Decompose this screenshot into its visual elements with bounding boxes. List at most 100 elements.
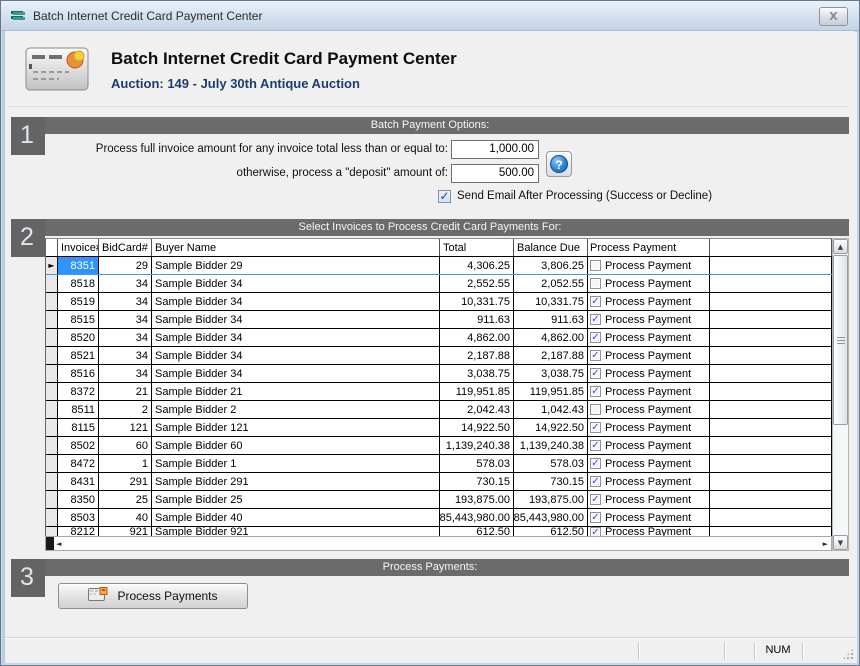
bidcard-cell[interactable]: 121 [99, 419, 152, 436]
balance-due-cell[interactable]: 14,922.50 [514, 419, 588, 436]
total-cell[interactable]: 578.03 [440, 455, 514, 472]
header-total[interactable]: Total [440, 239, 514, 256]
process-payment-checkbox[interactable]: ✓ [590, 422, 601, 433]
total-cell[interactable]: 2,187.88 [440, 347, 514, 364]
table-row[interactable]: 851534Sample Bidder 34911.63911.63✓Proce… [46, 311, 832, 329]
record-selector-cell[interactable] [46, 347, 58, 364]
process-payment-checkbox[interactable]: ✓ [590, 440, 601, 451]
invoice-cell[interactable]: 8115 [58, 419, 99, 436]
total-cell[interactable]: 4,862.00 [440, 329, 514, 346]
process-payment-checkbox[interactable] [590, 278, 601, 289]
scroll-up-button[interactable]: ▲ [833, 239, 848, 254]
header-selector-cell[interactable] [46, 239, 58, 256]
invoice-cell[interactable]: 8518 [58, 275, 99, 292]
process-payment-checkbox[interactable]: ✓ [590, 368, 601, 379]
invoice-cell[interactable]: 8515 [58, 311, 99, 328]
invoice-cell[interactable]: 8520 [58, 329, 99, 346]
balance-due-cell[interactable]: 2,052.55 [514, 275, 588, 292]
table-row[interactable]: 851634Sample Bidder 343,038.753,038.75✓P… [46, 365, 832, 383]
table-row[interactable]: 8115121Sample Bidder 12114,922.5014,922.… [46, 419, 832, 437]
balance-due-cell[interactable]: 3,038.75 [514, 365, 588, 382]
bidcard-cell[interactable]: 29 [99, 257, 152, 274]
table-row[interactable]: ►835129Sample Bidder 294,306.253,806.25P… [46, 257, 832, 275]
record-selector-cell[interactable] [46, 365, 58, 382]
record-selector-cell[interactable]: ► [46, 257, 58, 274]
buyer-name-cell[interactable]: Sample Bidder 121 [152, 419, 440, 436]
bidcard-cell[interactable]: 34 [99, 365, 152, 382]
record-selector-cell[interactable] [46, 491, 58, 508]
buyer-name-cell[interactable]: Sample Bidder 2 [152, 401, 440, 418]
header-process-payment[interactable]: Process Payment [588, 239, 710, 256]
scroll-right-icon[interactable]: ► [823, 540, 828, 548]
record-selector-cell[interactable] [46, 509, 58, 526]
bidcard-cell[interactable]: 34 [99, 347, 152, 364]
horizontal-scrollbar[interactable]: ◄ ► [45, 536, 832, 551]
table-row[interactable]: 850260Sample Bidder 601,139,240.381,139,… [46, 437, 832, 455]
balance-due-cell[interactable]: 4,862.00 [514, 329, 588, 346]
invoice-cell[interactable]: 8516 [58, 365, 99, 382]
record-selector-cell[interactable] [46, 437, 58, 454]
invoice-cell[interactable]: 8519 [58, 293, 99, 310]
buyer-name-cell[interactable]: Sample Bidder 291 [152, 473, 440, 490]
record-selector-cell[interactable] [46, 293, 58, 310]
titlebar[interactable]: Batch Internet Credit Card Payment Cente… [1, 1, 859, 31]
invoice-cell[interactable]: 8351 [58, 257, 99, 274]
balance-due-cell[interactable]: 1,042.43 [514, 401, 588, 418]
balance-due-cell[interactable]: 578.03 [514, 455, 588, 472]
total-cell[interactable]: 1,139,240.38 [440, 437, 514, 454]
bidcard-cell[interactable]: 34 [99, 275, 152, 292]
table-row[interactable]: 852134Sample Bidder 342,187.882,187.88✓P… [46, 347, 832, 365]
help-button[interactable]: ? [546, 151, 572, 177]
header-balance-due[interactable]: Balance Due [514, 239, 588, 256]
buyer-name-cell[interactable]: Sample Bidder 25 [152, 491, 440, 508]
table-row[interactable]: 851934Sample Bidder 3410,331.7510,331.75… [46, 293, 832, 311]
process-payment-checkbox[interactable]: ✓ [590, 350, 601, 361]
invoice-cell[interactable]: 8372 [58, 383, 99, 400]
bidcard-cell[interactable]: 34 [99, 329, 152, 346]
resize-grip-icon[interactable] [842, 648, 854, 660]
header-buyer-name[interactable]: Buyer Name [152, 239, 440, 256]
balance-due-cell[interactable]: 119,951.85 [514, 383, 588, 400]
full-amount-input[interactable]: 1,000.00 [451, 140, 539, 159]
invoice-cell[interactable]: 8431 [58, 473, 99, 490]
bidcard-cell[interactable]: 25 [99, 491, 152, 508]
invoice-cell[interactable]: 8503 [58, 509, 99, 526]
total-cell[interactable]: 4,306.25 [440, 257, 514, 274]
buyer-name-cell[interactable]: Sample Bidder 34 [152, 329, 440, 346]
invoice-cell[interactable]: 8350 [58, 491, 99, 508]
invoice-cell[interactable]: 8511 [58, 401, 99, 418]
table-row[interactable]: 8431291Sample Bidder 291730.15730.15✓Pro… [46, 473, 832, 491]
header-invoice[interactable]: Invoice# [58, 239, 99, 256]
balance-due-cell[interactable]: 193,875.00 [514, 491, 588, 508]
process-payment-checkbox[interactable]: ✓ [590, 476, 601, 487]
bidcard-cell[interactable]: 34 [99, 311, 152, 328]
process-payment-checkbox[interactable]: ✓ [590, 296, 601, 307]
record-selector-cell[interactable] [46, 275, 58, 292]
buyer-name-cell[interactable]: Sample Bidder 29 [152, 257, 440, 274]
total-cell[interactable]: 10,331.75 [440, 293, 514, 310]
process-payments-button[interactable]: Process Payments [58, 583, 248, 609]
buyer-name-cell[interactable]: Sample Bidder 21 [152, 383, 440, 400]
total-cell[interactable]: 14,922.50 [440, 419, 514, 436]
balance-due-cell[interactable]: 2,187.88 [514, 347, 588, 364]
process-payment-checkbox[interactable] [590, 404, 601, 415]
buyer-name-cell[interactable]: Sample Bidder 34 [152, 293, 440, 310]
table-row[interactable]: 835025Sample Bidder 25193,875.00193,875.… [46, 491, 832, 509]
invoice-cell[interactable]: 8502 [58, 437, 99, 454]
buyer-name-cell[interactable]: Sample Bidder 34 [152, 365, 440, 382]
process-payment-checkbox[interactable]: ✓ [590, 458, 601, 469]
vertical-scrollbar[interactable]: ▲ ▼ [832, 238, 849, 551]
send-email-checkbox[interactable]: ✓ [438, 190, 451, 203]
bidcard-cell[interactable]: 2 [99, 401, 152, 418]
balance-due-cell[interactable]: 911.63 [514, 311, 588, 328]
buyer-name-cell[interactable]: Sample Bidder 34 [152, 275, 440, 292]
process-payment-checkbox[interactable]: ✓ [590, 314, 601, 325]
record-selector-cell[interactable] [46, 455, 58, 472]
bidcard-cell[interactable]: 60 [99, 437, 152, 454]
balance-due-cell[interactable]: 1,139,240.38 [514, 437, 588, 454]
record-selector-cell[interactable] [46, 383, 58, 400]
bidcard-cell[interactable]: 1 [99, 455, 152, 472]
table-row[interactable]: 837221Sample Bidder 21119,951.85119,951.… [46, 383, 832, 401]
total-cell[interactable]: 730.15 [440, 473, 514, 490]
balance-due-cell[interactable]: 3,806.25 [514, 257, 588, 274]
